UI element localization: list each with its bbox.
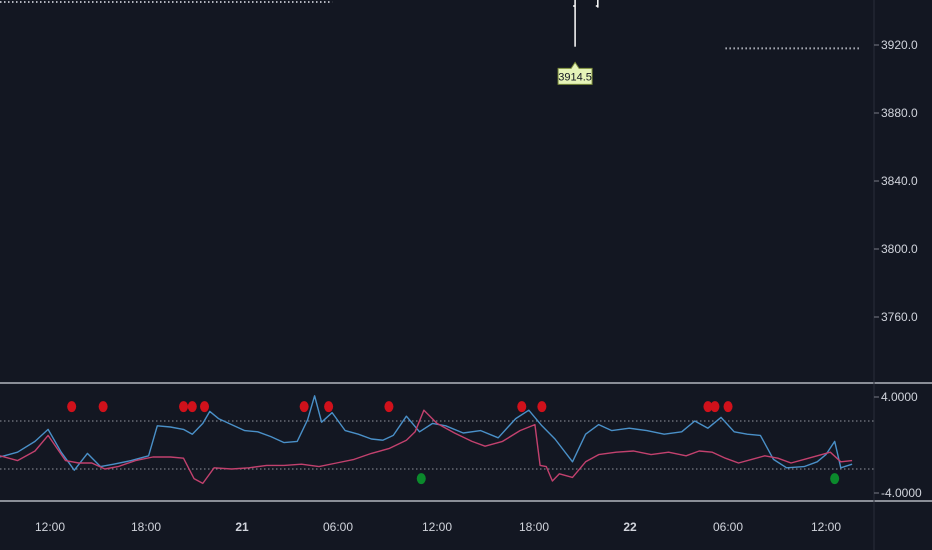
- time-tick-label: 12:00: [35, 520, 65, 534]
- sell-signal-marker: [299, 401, 309, 413]
- price-callout-label: 3914.5: [558, 71, 592, 83]
- buy-signal-marker: [830, 473, 840, 485]
- trading-chart[interactable]: 3914.5 3920.0 3880.0 3840.0 3800.0 3760.0 4.…: [0, 0, 932, 550]
- price-tick-label: 3800.0: [881, 242, 918, 256]
- time-tick-label: 18:00: [519, 520, 549, 534]
- price-tick-label: 3880.0: [881, 106, 918, 120]
- oscillator-tick-label: 4.0000: [881, 390, 918, 404]
- sell-signal-marker: [324, 401, 334, 413]
- price-tick-label: 3920.0: [881, 38, 918, 52]
- time-tick-label: 21: [235, 520, 249, 534]
- time-tick-label: 22: [623, 520, 637, 534]
- sell-signal-marker: [187, 401, 197, 413]
- sell-signal-marker: [537, 401, 547, 413]
- sell-signal-marker: [710, 401, 720, 413]
- sell-signal-marker: [179, 401, 189, 413]
- time-tick-label: 18:00: [131, 520, 161, 534]
- buy-signal-marker: [416, 473, 426, 485]
- sell-signal-marker: [517, 401, 527, 413]
- time-axis[interactable]: 12:00 18:00 21 06:00 12:00 18:00 22 06:00 12:00: [35, 520, 841, 534]
- time-tick-label: 12:00: [422, 520, 452, 534]
- time-tick-label: 06:00: [713, 520, 743, 534]
- price-tick-label: 3760.0: [881, 310, 918, 324]
- sell-signal-marker: [98, 401, 108, 413]
- time-tick-label: 06:00: [323, 520, 353, 534]
- time-tick-label: 12:00: [811, 520, 841, 534]
- sell-signal-marker: [723, 401, 733, 413]
- price-tick-label: 3840.0: [881, 174, 918, 188]
- oscillator-tick-label: -4.0000: [881, 486, 922, 500]
- sell-signal-marker: [67, 401, 77, 413]
- sell-signal-marker: [384, 401, 394, 413]
- sell-signal-marker: [200, 401, 210, 413]
